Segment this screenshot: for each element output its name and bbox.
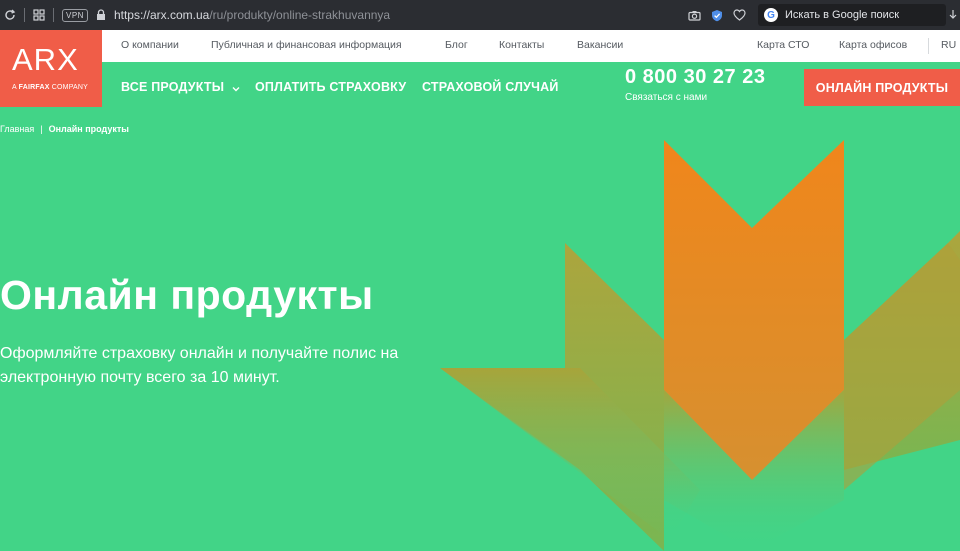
hero-description: Оформляйте страховку онлайн и получайте … bbox=[0, 345, 399, 386]
breadcrumb-home[interactable]: Главная bbox=[0, 124, 34, 134]
shield-icon[interactable] bbox=[711, 0, 723, 30]
url-path: /ru/produkty/online-strakhuvannya bbox=[209, 8, 391, 22]
language-switch[interactable]: RU bbox=[941, 39, 956, 51]
top-nav-offices-map[interactable]: Карта офисов bbox=[839, 39, 907, 51]
top-nav-divider bbox=[928, 38, 929, 54]
search-placeholder: Искать в Google поиск bbox=[785, 9, 900, 21]
logo-sub-brand: FAIRFAX bbox=[18, 84, 50, 91]
top-nav-blog[interactable]: Блог bbox=[445, 39, 468, 51]
top-nav-public-info[interactable]: Публичная и финансовая информация bbox=[211, 39, 402, 51]
nav-all-products-label: ВСЕ ПРОДУКТЫ bbox=[121, 80, 225, 94]
nav-insurance-case[interactable]: СТРАХОВОЙ СЛУЧАЙ bbox=[422, 80, 559, 94]
top-navigation: О компании Публичная и финансовая информ… bbox=[0, 30, 960, 62]
toolbar-right: G Искать в Google поиск bbox=[688, 0, 960, 30]
page-title: Онлайн продукты bbox=[0, 272, 374, 318]
google-icon: G bbox=[764, 8, 778, 22]
camera-icon[interactable] bbox=[688, 0, 701, 30]
top-nav-vacancies[interactable]: Вакансии bbox=[577, 39, 623, 51]
reload-icon[interactable] bbox=[4, 0, 16, 30]
arx-logo[interactable]: ARX A FAIRFAX COMPANY bbox=[0, 30, 102, 107]
lock-icon bbox=[96, 0, 106, 30]
breadcrumb-current: Онлайн продукты bbox=[48, 124, 129, 134]
toolbar-divider bbox=[24, 8, 25, 22]
heart-icon[interactable] bbox=[733, 0, 746, 30]
breadcrumb: Главная | Онлайн продукты bbox=[0, 124, 129, 134]
top-nav-about[interactable]: О компании bbox=[121, 39, 179, 51]
vpn-badge[interactable]: VPN bbox=[62, 8, 88, 22]
contact-us-link[interactable]: Связаться с нами bbox=[625, 92, 707, 103]
breadcrumb-separator: | bbox=[40, 124, 43, 134]
decorative-arrows-graphic bbox=[440, 140, 960, 551]
nav-all-products[interactable]: ВСЕ ПРОДУКТЫ bbox=[121, 80, 240, 95]
google-search-input[interactable]: G Искать в Google поиск bbox=[758, 4, 946, 26]
logo-subtitle: A FAIRFAX COMPANY bbox=[12, 84, 88, 91]
logo-wordmark: ARX bbox=[12, 42, 79, 77]
top-nav-service-map[interactable]: Карта СТО bbox=[757, 39, 809, 51]
top-nav-contacts[interactable]: Контакты bbox=[499, 39, 544, 51]
address-bar[interactable]: https://arx.com.ua/ru/produkty/online-st… bbox=[114, 8, 390, 22]
phone-number[interactable]: 0 800 30 27 23 bbox=[625, 66, 765, 89]
download-icon[interactable] bbox=[946, 0, 960, 30]
chevron-down-icon bbox=[232, 81, 240, 95]
online-products-button[interactable]: ОНЛАЙН ПРОДУКТЫ bbox=[804, 69, 960, 106]
speed-dial-icon[interactable] bbox=[33, 0, 45, 30]
logo-sub-a: A bbox=[12, 84, 17, 91]
url-host: https://arx.com.ua bbox=[113, 8, 210, 22]
nav-pay-insurance[interactable]: ОПЛАТИТЬ СТРАХОВКУ bbox=[255, 80, 406, 94]
browser-toolbar: VPN https://arx.com.ua/ru/produkty/onlin… bbox=[0, 0, 960, 30]
logo-sub-company: COMPANY bbox=[51, 84, 89, 91]
toolbar-divider bbox=[53, 8, 54, 22]
